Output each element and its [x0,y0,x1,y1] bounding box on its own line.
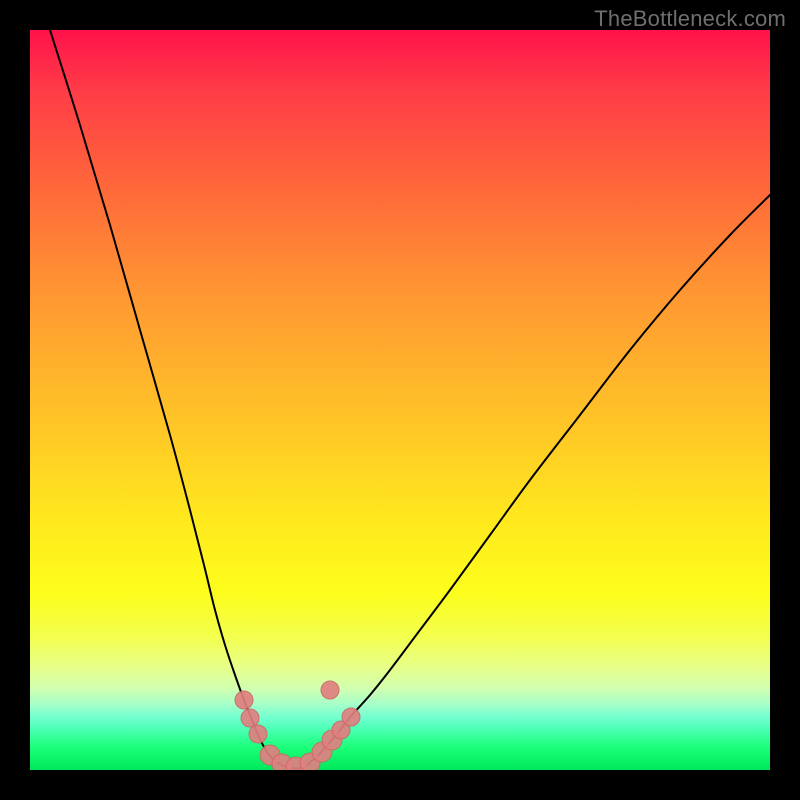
curve-layer [30,30,770,770]
trough-marker [342,708,360,726]
watermark-text: TheBottleneck.com [594,6,786,32]
trough-marker [241,709,259,727]
chart-frame: TheBottleneck.com [0,0,800,800]
plot-area [30,30,770,770]
bottleneck-curve [50,30,770,768]
trough-marker [235,691,253,709]
trough-marker [321,681,339,699]
trough-marker [249,725,267,743]
